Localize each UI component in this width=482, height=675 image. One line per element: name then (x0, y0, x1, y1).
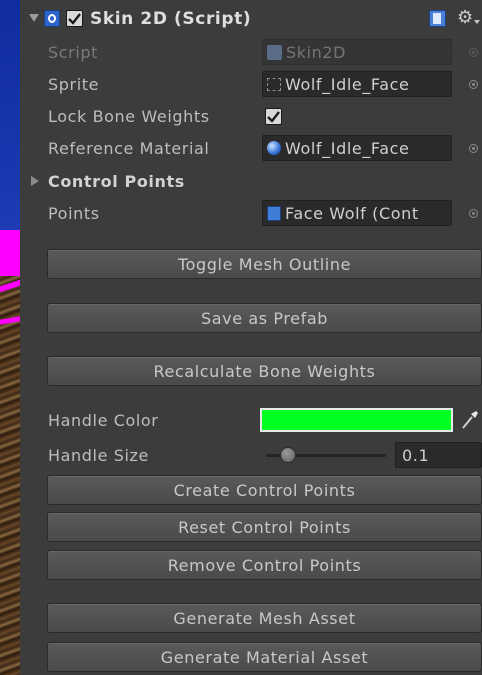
handle-color-label: Handle Color (48, 410, 159, 430)
remove-control-points-button[interactable]: Remove Control Points (47, 550, 482, 580)
sprite-row: Sprite Wolf_Idle_Face (20, 70, 482, 98)
lock-bone-weights-checkbox[interactable] (265, 108, 282, 125)
scene-magenta-area (0, 230, 20, 276)
sprite-value: Wolf_Idle_Face (285, 74, 410, 94)
object-picker-icon[interactable] (466, 141, 480, 155)
script-component-icon (44, 10, 60, 27)
create-control-points-button[interactable]: Create Control Points (47, 475, 482, 505)
points-row: Points Face Wolf (Cont (20, 199, 482, 227)
scene-wolf-texture (0, 276, 20, 675)
foldout-arrow-icon[interactable] (29, 14, 39, 22)
script-file-icon (267, 44, 282, 60)
control-points-foldout[interactable]: Control Points (20, 167, 482, 195)
reference-material-label: Reference Material (48, 138, 210, 158)
points-value: Face Wolf (Cont (285, 203, 419, 223)
sprite-field[interactable]: Wolf_Idle_Face (262, 71, 452, 97)
control-points-label: Control Points (48, 171, 185, 191)
object-picker-icon (466, 45, 480, 59)
handle-size-value: 0.1 (402, 445, 430, 465)
scene-sky (0, 0, 20, 230)
lock-bone-weights-row: Lock Bone Weights (20, 102, 482, 130)
gear-icon[interactable]: ⚙ (457, 7, 474, 28)
generate-material-asset-button[interactable]: Generate Material Asset (47, 642, 482, 672)
save-as-prefab-button[interactable]: Save as Prefab (47, 303, 482, 333)
inspector-panel: Skin 2D (Script) ⚙ Script Skin2D Sprite … (20, 0, 482, 675)
reference-material-field[interactable]: Wolf_Idle_Face (262, 135, 452, 161)
object-picker-icon[interactable] (466, 77, 480, 91)
script-field: Skin2D (262, 39, 452, 65)
handle-size-input[interactable]: 0.1 (395, 442, 482, 468)
dropdown-arrow-icon[interactable] (474, 20, 480, 24)
handle-size-label: Handle Size (48, 445, 149, 465)
generate-mesh-asset-button[interactable]: Generate Mesh Asset (47, 603, 482, 633)
points-label: Points (48, 203, 100, 223)
script-value: Skin2D (286, 42, 347, 62)
handle-size-row: Handle Size 0.1 (20, 441, 482, 469)
handle-color-row: Handle Color (20, 406, 482, 434)
object-picker-icon[interactable] (466, 206, 480, 220)
reset-control-points-button[interactable]: Reset Control Points (47, 512, 482, 542)
reference-material-row: Reference Material Wolf_Idle_Face (20, 134, 482, 162)
component-title: Skin 2D (Script) (90, 9, 252, 29)
toggle-mesh-outline-button[interactable]: Toggle Mesh Outline (47, 249, 482, 279)
prefab-icon (267, 205, 281, 221)
checkmark-icon (267, 111, 280, 123)
help-book-icon[interactable] (429, 10, 446, 27)
lock-bone-weights-label: Lock Bone Weights (48, 106, 210, 126)
recalculate-bone-weights-button[interactable]: Recalculate Bone Weights (47, 356, 482, 386)
material-sphere-icon (267, 141, 281, 155)
handle-size-slider-thumb[interactable] (280, 447, 296, 463)
script-row: Script Skin2D (20, 38, 482, 66)
scene-view-background (0, 0, 20, 675)
foldout-arrow-icon[interactable] (31, 176, 39, 186)
handle-color-swatch[interactable] (260, 408, 453, 432)
component-header: Skin 2D (Script) ⚙ (20, 0, 482, 40)
sprite-label: Sprite (48, 74, 100, 94)
script-label: Script (48, 42, 99, 62)
eyedropper-icon[interactable] (460, 409, 480, 431)
points-field[interactable]: Face Wolf (Cont (262, 200, 452, 226)
sprite-icon (267, 77, 281, 91)
enabled-checkbox[interactable] (66, 10, 83, 27)
reference-material-value: Wolf_Idle_Face (285, 138, 410, 158)
checkmark-icon (68, 13, 81, 25)
